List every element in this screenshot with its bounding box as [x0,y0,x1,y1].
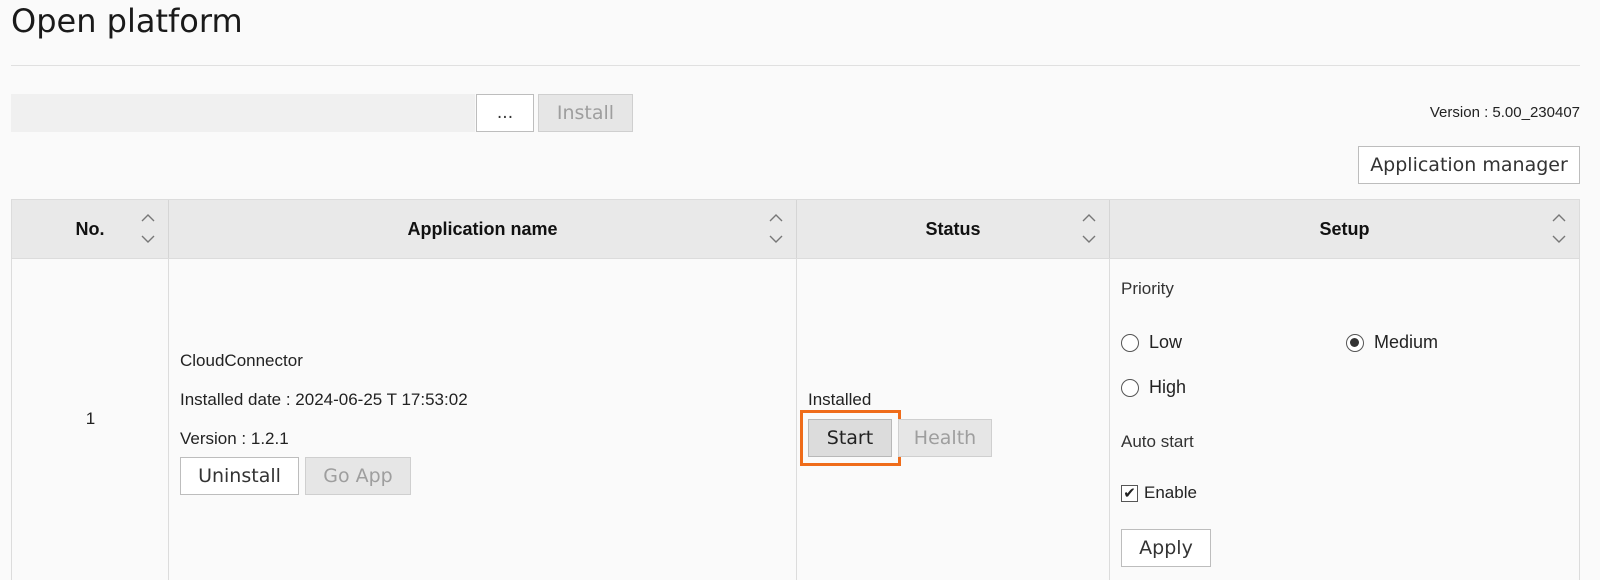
radio-icon[interactable] [1121,378,1139,397]
column-header-status[interactable]: Status [797,200,1110,258]
sort-icon[interactable] [768,212,784,246]
row-number: 1 [85,409,96,428]
cell-setup: Priority Low Medium High Auto start ✔ En… [1110,259,1579,580]
title-divider [11,65,1580,66]
cell-no: 1 [12,259,169,580]
application-manager-button[interactable]: Application manager [1358,146,1580,184]
start-button[interactable]: Start [808,419,892,457]
radio-label: Medium [1374,332,1439,352]
enable-checkbox[interactable]: ✔ Enable [1121,483,1197,503]
sort-icon[interactable] [1551,212,1567,246]
radio-label: Low [1149,332,1183,352]
browse-button[interactable]: ... [476,94,534,132]
priority-radio-high[interactable]: High [1121,377,1186,398]
cell-status: Installed Start Health [797,259,1110,580]
application-version: Version : 1.2.1 [180,429,289,448]
go-app-button[interactable]: Go App [305,457,411,495]
file-path-input[interactable] [11,94,475,132]
radio-icon[interactable] [1121,333,1139,352]
column-header-setup[interactable]: Setup [1110,200,1579,258]
column-header-label: Setup [1319,218,1370,239]
apply-button[interactable]: Apply [1121,529,1211,567]
firmware-version-label: Version : 5.00_230407 [1429,104,1580,121]
radio-checked-icon[interactable] [1346,333,1364,352]
applications-table: No. Application name Status Setup 1 Clou… [11,199,1580,580]
checkbox-label: Enable [1144,483,1197,502]
install-button[interactable]: Install [538,94,633,132]
application-name: CloudConnector [180,351,303,370]
page-title: Open platform [11,2,243,40]
installed-date: Installed date : 2024-06-25 T 17:53:02 [180,390,468,409]
uninstall-button[interactable]: Uninstall [180,457,299,495]
health-button[interactable]: Health [898,419,992,457]
priority-radio-low[interactable]: Low [1121,332,1182,353]
checkbox-checked-icon[interactable]: ✔ [1121,484,1138,502]
sort-icon[interactable] [140,212,156,246]
status-text: Installed [808,390,872,409]
priority-label: Priority [1121,279,1174,298]
column-header-label: No. [75,218,105,239]
cell-application: CloudConnector Installed date : 2024-06-… [169,259,797,580]
column-header-label: Application name [407,218,558,239]
table-row: 1 CloudConnector Installed date : 2024-0… [12,259,1579,580]
radio-label: High [1149,377,1187,397]
table-header: No. Application name Status Setup [12,199,1579,259]
priority-radio-medium[interactable]: Medium [1346,332,1438,353]
column-header-no[interactable]: No. [12,200,169,258]
column-header-application-name[interactable]: Application name [169,200,797,258]
sort-icon[interactable] [1081,212,1097,246]
auto-start-label: Auto start [1121,432,1194,451]
column-header-label: Status [925,218,981,239]
